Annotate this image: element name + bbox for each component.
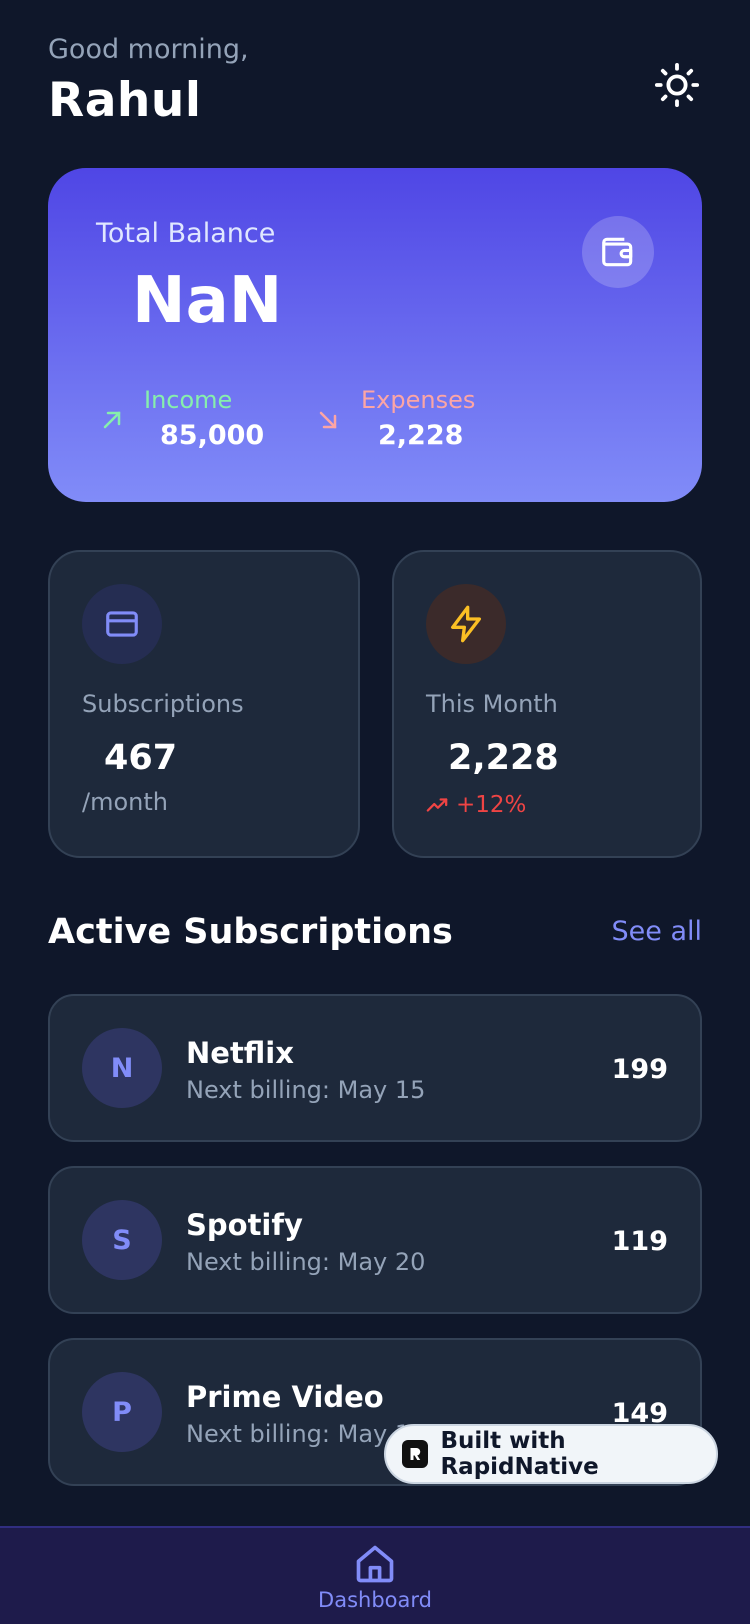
subscriptions-period: /month [82, 788, 168, 816]
this-month-stat-card[interactable]: This Month 2,228 +12% [392, 550, 702, 858]
this-month-label: This Month [426, 690, 558, 718]
see-all-link[interactable]: See all [612, 916, 703, 947]
badge-label: Built with RapidNative [440, 1428, 599, 1480]
arrow-up-right-icon [103, 411, 121, 429]
rapidnative-badge[interactable]: Built with RapidNative [384, 1424, 718, 1484]
nav-item-dashboard[interactable]: Dashboard [0, 1542, 750, 1612]
nav-label-dashboard: Dashboard [318, 1588, 432, 1612]
subscription-price: 199 [611, 1054, 668, 1085]
theme-toggle-button[interactable] [652, 60, 702, 110]
income-value: 85,000 [160, 420, 265, 451]
lightning-icon [451, 605, 481, 643]
balance-label: Total Balance [96, 218, 276, 249]
subscription-avatar: P [82, 1372, 162, 1452]
credit-card-icon-circle [82, 584, 162, 664]
rapidnative-logo-icon [402, 1440, 429, 1468]
balance-card: Total Balance NaN Income 85,000 Expenses… [48, 168, 702, 502]
bottom-nav: Dashboard [0, 1526, 750, 1624]
greeting: Good morning, [48, 34, 249, 65]
subscription-name: Spotify [186, 1208, 303, 1242]
header: Good morning, Rahul [48, 34, 702, 134]
sun-icon [654, 62, 700, 108]
wallet-icon [602, 237, 633, 267]
subscription-card[interactable]: S Spotify Next billing: May 20 119 [48, 1166, 702, 1314]
subscriptions-value: 467 [104, 738, 178, 778]
expenses-value: 2,228 [378, 420, 464, 451]
subscription-avatar: S [82, 1200, 162, 1280]
balance-value: NaN [132, 264, 283, 338]
expenses-label: Expenses [361, 386, 476, 414]
subscriptions-label: Subscriptions [82, 690, 244, 718]
subscription-card[interactable]: N Netflix Next billing: May 15 199 [48, 994, 702, 1142]
subscription-name: Prime Video [186, 1380, 384, 1414]
arrow-down-right-icon [319, 411, 337, 429]
section-title: Active Subscriptions [48, 912, 453, 952]
this-month-value: 2,228 [448, 738, 559, 778]
subscription-name: Netflix [186, 1036, 294, 1070]
subscriptions-stat-card[interactable]: Subscriptions 467 /month [48, 550, 360, 858]
income-label: Income [144, 386, 233, 414]
home-icon [356, 1545, 394, 1583]
username: Rahul [48, 73, 202, 128]
trend-text: +12% [456, 792, 527, 818]
trending-up-icon [426, 798, 448, 812]
credit-card-icon [106, 611, 138, 637]
subscription-next-billing: Next billing: May 20 [186, 1248, 426, 1276]
subscription-avatar: N [82, 1028, 162, 1108]
wallet-button[interactable] [582, 216, 654, 288]
subscription-next-billing: Next billing: May 15 [186, 1076, 426, 1104]
subscription-price: 119 [611, 1226, 668, 1257]
this-month-trend: +12% [426, 792, 526, 818]
lightning-icon-circle [426, 584, 506, 664]
